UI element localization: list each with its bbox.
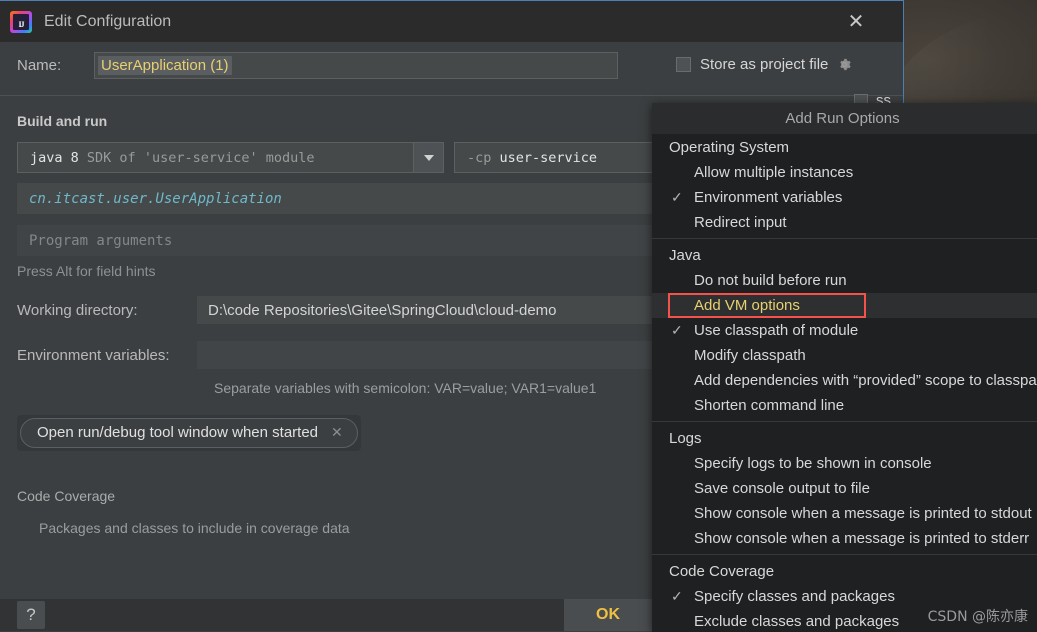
working-directory-value: D:\code Repositories\Gitee\SpringCloud\c… — [208, 301, 557, 319]
popup-menu-item[interactable]: Redirect input — [652, 210, 1037, 235]
check-icon: ✓ — [671, 189, 683, 205]
popup-menu-item-label: Show console when a message is printed t… — [694, 505, 1032, 522]
jre-select-value: java 8 SDK of 'user-service' module — [18, 150, 315, 166]
popup-menu-item-label: Allow multiple instances — [694, 164, 854, 181]
divider — [0, 95, 903, 96]
dialog-titlebar: IJ Edit Configuration ✕ — [0, 1, 903, 42]
popup-menu-item[interactable]: Modify classpath — [652, 343, 1037, 368]
popup-menu-item[interactable]: ✓ Environment variables — [652, 185, 1037, 210]
watermark: CSDN @陈亦康 — [927, 609, 1028, 625]
open-run-debug-chip[interactable]: Open run/debug tool window when started … — [20, 418, 358, 448]
popup-menu-item-label: Environment variables — [694, 189, 843, 206]
popup-menu-item[interactable]: Shorten command line — [652, 393, 1037, 418]
check-icon: ✓ — [671, 322, 683, 338]
popup-menu-item[interactable]: Add dependencies with “provided” scope t… — [652, 368, 1037, 393]
popup-menu-item-label: Add VM options — [694, 297, 800, 314]
popup-menu-item-label: Specify classes and packages — [694, 588, 895, 605]
popup-group-title: Java — [669, 247, 701, 264]
screenshot-root: ss IJ Edit Configuration ✕ Name: UserApp… — [0, 0, 1037, 632]
name-input[interactable]: UserApplication (1) — [94, 51, 618, 79]
popup-group-title: Code Coverage — [669, 563, 775, 580]
popup-menu-item[interactable]: Do not build before run — [652, 268, 1037, 293]
chevron-down-icon[interactable] — [413, 143, 443, 172]
popup-title: Add Run Options — [652, 103, 1037, 134]
popup-menu-item-label: Show console when a message is printed t… — [694, 530, 1030, 547]
popup-menu-item-label: Modify classpath — [694, 347, 806, 364]
jre-bold-part: java 8 — [30, 149, 79, 166]
close-icon[interactable]: ✕ — [331, 424, 343, 441]
environment-variables-label: Environment variables: — [17, 346, 170, 364]
popup-group-divider — [652, 238, 1037, 239]
open-run-debug-chip-label: Open run/debug tool window when started — [37, 424, 319, 441]
popup-menu-item[interactable]: Show console when a message is printed t… — [652, 501, 1037, 526]
popup-menu-item-label: Exclude classes and packages — [694, 613, 900, 630]
intellij-idea-icon: IJ — [10, 10, 32, 33]
check-icon: ✓ — [671, 588, 683, 604]
add-run-options-popup: Add Run Options Operating System Allow mu… — [652, 103, 1037, 632]
popup-menu-item[interactable]: Show console when a message is printed t… — [652, 526, 1037, 551]
popup-group-title: Logs — [669, 430, 702, 447]
popup-menu-item-label: Shorten command line — [694, 397, 845, 414]
main-class-value: cn.itcast.user.UserApplication — [29, 190, 282, 207]
name-label: Name: — [17, 56, 62, 74]
classpath-value: user-service — [499, 149, 598, 166]
classpath-flag: -cp — [467, 149, 492, 166]
popup-menu-list: Operating System Allow multiple instances… — [652, 134, 1037, 632]
ok-button[interactable]: OK — [564, 599, 652, 631]
popup-menu-item[interactable]: Save console output to file — [652, 476, 1037, 501]
popup-menu-item[interactable]: Add VM options — [652, 293, 1037, 318]
store-as-project-file-row[interactable]: Store as project file — [676, 56, 852, 73]
popup-group-title: Operating System — [669, 139, 790, 156]
store-as-project-file-label: Store as project file — [700, 56, 829, 73]
popup-menu-item-label: Use classpath of module — [694, 322, 859, 339]
store-as-project-file-checkbox[interactable] — [676, 57, 691, 72]
jre-select[interactable]: java 8 SDK of 'user-service' module — [17, 142, 444, 173]
program-arguments-placeholder: Program arguments — [29, 232, 173, 249]
popup-menu-item[interactable]: Specify logs to be shown in console — [652, 451, 1037, 476]
popup-menu-item-label: Do not build before run — [694, 272, 847, 289]
gear-icon[interactable] — [837, 57, 852, 72]
popup-menu-item-label: Redirect input — [694, 214, 787, 231]
jre-dim-part: SDK of 'user-service' module — [86, 149, 315, 166]
name-input-value: UserApplication (1) — [98, 55, 232, 75]
popup-menu-item-label: Add dependencies with “provided” scope t… — [694, 372, 1037, 389]
options-chip-container: Open run/debug tool window when started … — [17, 415, 361, 451]
popup-group-divider — [652, 554, 1037, 555]
dialog-title: Edit Configuration — [44, 12, 172, 30]
popup-menu-item[interactable]: ✓ Use classpath of module — [652, 318, 1037, 343]
popup-group-divider — [652, 421, 1037, 422]
close-icon[interactable]: ✕ — [845, 11, 867, 33]
working-directory-label: Working directory: — [17, 301, 138, 319]
popup-menu-item[interactable]: Allow multiple instances — [652, 160, 1037, 185]
help-button[interactable]: ? — [17, 601, 45, 629]
popup-menu-item-label: Specify logs to be shown in console — [694, 455, 932, 472]
popup-menu-item-label: Save console output to file — [694, 480, 870, 497]
